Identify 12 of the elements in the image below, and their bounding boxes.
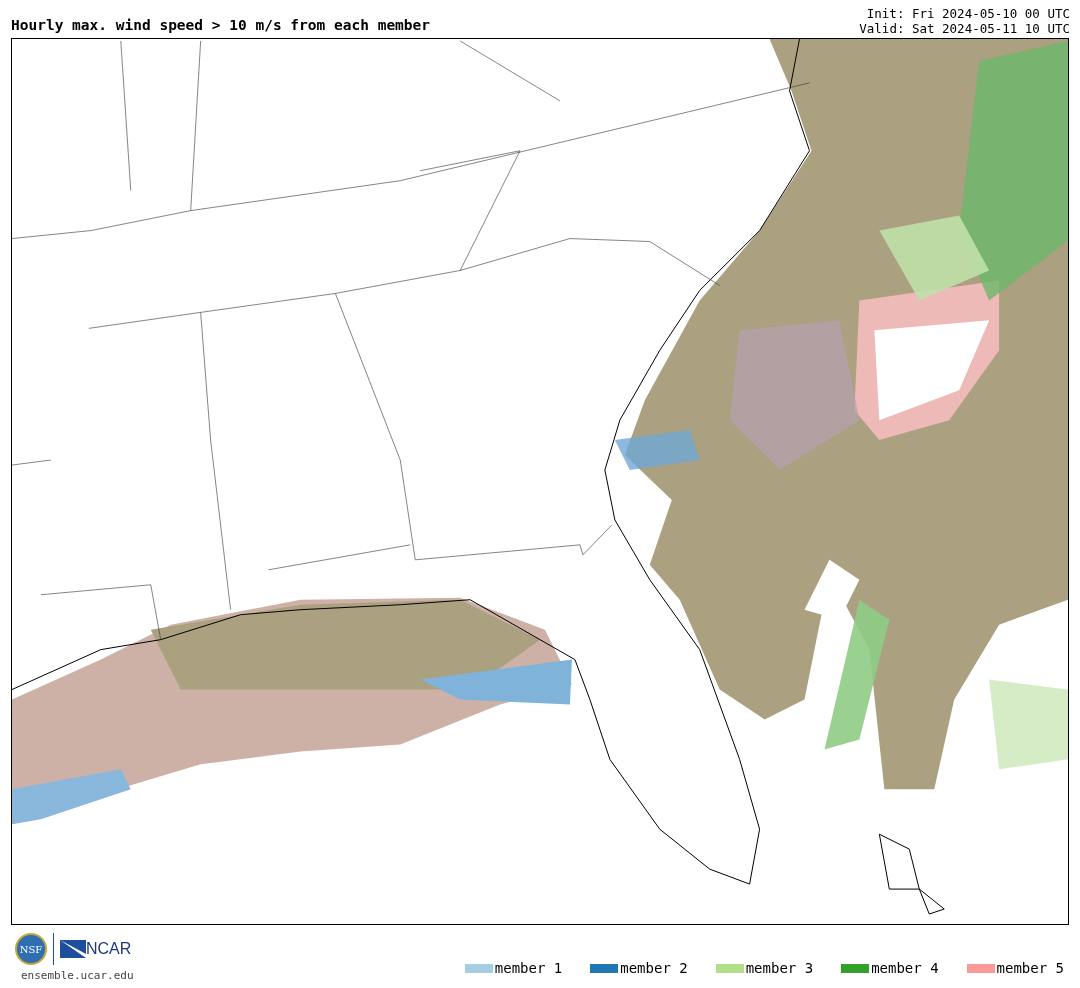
legend-label: member 3 <box>745 960 814 976</box>
valid-time: Valid: Sat 2024-05-11 10 UTC <box>859 21 1070 36</box>
legend-label: member 2 <box>620 960 688 976</box>
legend-label: member 4 <box>871 960 939 976</box>
nsf-logo: NSF <box>15 933 47 965</box>
plot-title: Hourly max. wind speed > 10 m/s from each member <box>11 17 431 35</box>
legend-label: member 5 <box>996 960 1064 976</box>
ncar-logo-icon <box>60 940 86 958</box>
ncar-logo-text: NCAR <box>86 940 132 958</box>
init-time: Init: Fri 2024-05-10 00 UTC <box>866 6 1070 21</box>
legend-label: member 1 <box>494 960 563 976</box>
site-url: ensemble.ucar.edu <box>21 969 134 982</box>
